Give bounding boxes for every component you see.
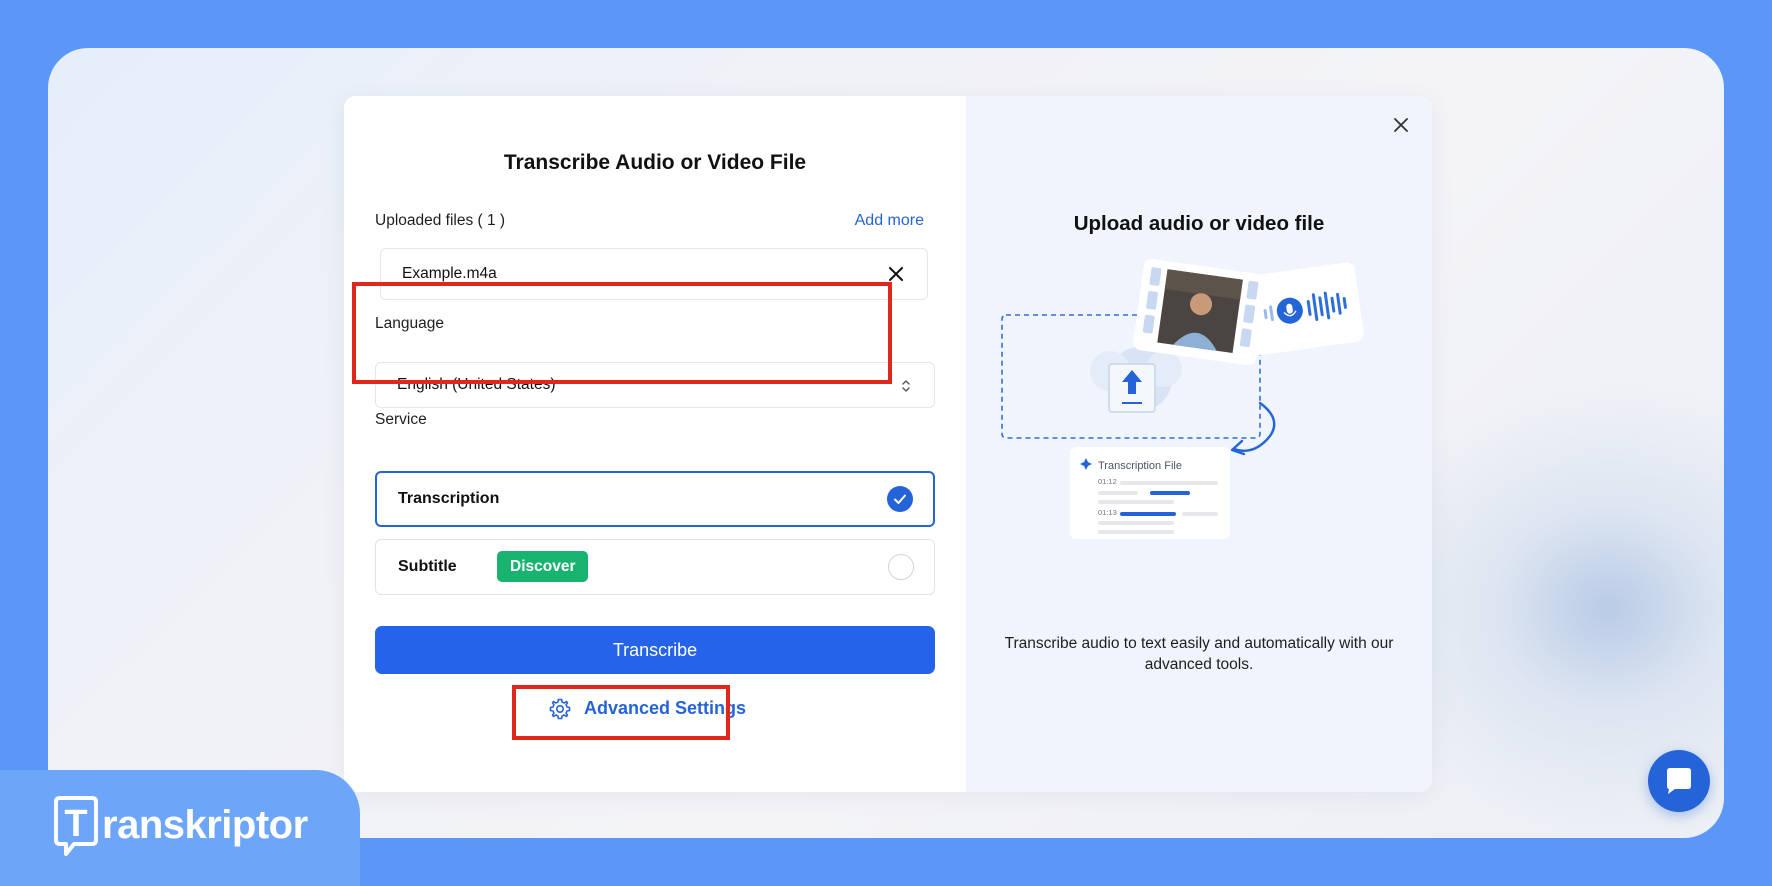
timestamp: 01:13 [1098, 508, 1117, 517]
transcription-file-card: Transcription File 01:12 01:13 [1070, 447, 1230, 539]
advanced-settings-label: Advanced Settings [584, 698, 747, 718]
uploaded-file-item: Example.m4a [380, 248, 928, 300]
discover-badge: Discover [497, 551, 589, 582]
radio-icon [888, 554, 914, 580]
x-icon[interactable] [883, 261, 909, 287]
language-select[interactable]: English (United States) [375, 362, 935, 408]
close-icon[interactable] [1390, 114, 1412, 136]
brand-name: ranskriptor [102, 803, 308, 847]
add-more-link[interactable]: Add more [855, 212, 924, 230]
language-value: English (United States) [397, 376, 556, 393]
gear-icon [549, 698, 571, 720]
svg-text:T: T [64, 803, 87, 845]
upload-illustration: Transcription File 01:12 01:13 [1001, 258, 1364, 539]
service-option-label: Subtitle [398, 558, 457, 575]
panel-description: Transcribe audio to text easily and auto… [1004, 635, 1394, 673]
transkriptor-logo-icon: T [54, 796, 98, 856]
modal-title: Transcribe Audio or Video File [503, 151, 807, 174]
chat-button[interactable] [1648, 750, 1710, 812]
cloud-icon [1090, 347, 1182, 413]
transcribe-modal: Transcribe Audio or Video File Uploaded … [344, 96, 1432, 792]
check-icon [887, 486, 913, 512]
transcribe-button[interactable]: Transcribe [375, 626, 935, 674]
info-panel: Upload audio or video file Transcription… [966, 96, 1432, 792]
advanced-settings-button[interactable]: Advanced Settings [532, 686, 778, 732]
service-option-label: Transcription [398, 490, 500, 507]
service-option-transcription[interactable]: Transcription [375, 471, 935, 527]
timestamp: 01:12 [1098, 477, 1117, 486]
language-label: Language [375, 315, 444, 332]
service-option-subtitle[interactable]: Subtitle Discover [375, 539, 935, 595]
service-label: Service [375, 411, 427, 428]
chat-icon [1667, 768, 1691, 794]
panel-title: Upload audio or video file [1073, 212, 1325, 235]
transcription-file-title: Transcription File [1098, 460, 1182, 472]
uploaded-files-label: Uploaded files ( 1 ) [375, 212, 506, 229]
file-name: Example.m4a [402, 265, 497, 282]
form-panel: Transcribe Audio or Video File Uploaded … [344, 96, 966, 792]
video-card [1133, 258, 1267, 366]
chevron-updown-icon [902, 380, 910, 392]
